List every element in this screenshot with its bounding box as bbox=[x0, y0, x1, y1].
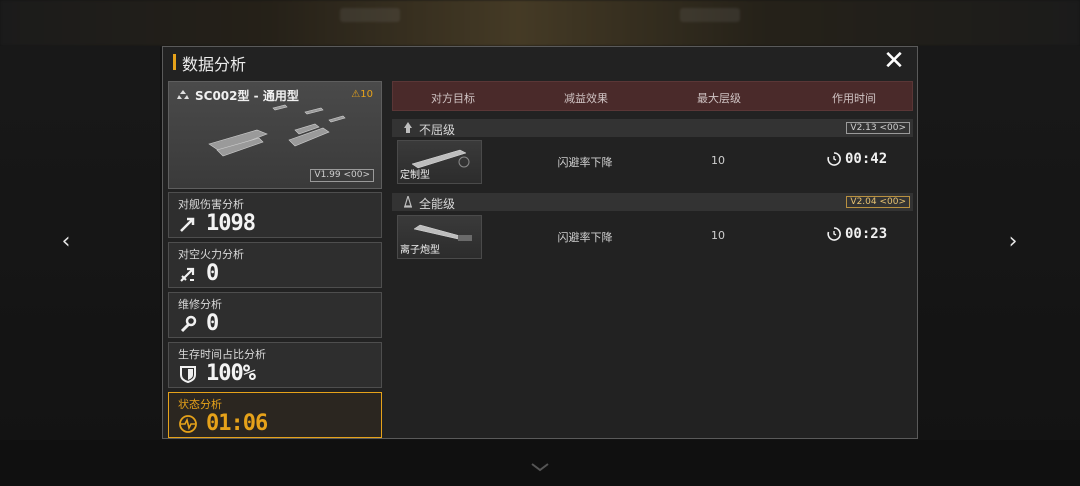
duration-value: 00:42 bbox=[845, 151, 888, 167]
stat-label: 对空火力分析 bbox=[178, 248, 244, 261]
column-header-target: 对方目标 bbox=[431, 92, 475, 105]
stat-label: 生存时间占比分析 bbox=[178, 348, 266, 361]
timer-icon bbox=[827, 227, 841, 241]
title-accent-bar bbox=[173, 54, 176, 70]
dialog-header: 数据分析 ✕ bbox=[163, 47, 917, 77]
stat-label: 维修分析 bbox=[178, 298, 222, 311]
stat-label: 对舰伤害分析 bbox=[178, 198, 244, 211]
group-version-tag: V2.04 <00> bbox=[846, 196, 910, 208]
duration-value: 00:23 bbox=[845, 226, 888, 242]
group-version-tag: V2.13 <00> bbox=[846, 122, 910, 134]
dialog-title: 数据分析 bbox=[182, 55, 247, 74]
stat-repair[interactable]: 维修分析 0 bbox=[168, 292, 382, 338]
group-name: 不屈级 bbox=[419, 123, 456, 137]
next-arrow-button[interactable]: › bbox=[1003, 228, 1023, 256]
column-header-effect: 减益效果 bbox=[564, 92, 608, 105]
stat-value: 01:06 bbox=[206, 411, 268, 436]
fleet-icon bbox=[177, 90, 189, 99]
group-header: 不屈级 V2.13 <00> bbox=[392, 119, 913, 137]
debuff-table-header: 对方目标 减益效果 最大层级 作用时间 bbox=[392, 81, 913, 111]
max-level: 10 bbox=[711, 229, 725, 242]
stat-value: 0 bbox=[206, 311, 219, 336]
stat-anti-ship[interactable]: 对舰伤害分析 1098 bbox=[168, 192, 382, 238]
chevron-down-icon[interactable] bbox=[530, 462, 550, 472]
debuff-effect: 闪避率下降 bbox=[557, 156, 613, 169]
stat-status[interactable]: 状态分析 01:06 bbox=[168, 392, 382, 438]
stat-anti-air[interactable]: 对空火力分析 0 bbox=[168, 242, 382, 288]
debuff-effect: 闪避率下降 bbox=[557, 231, 613, 244]
column-header-max-level: 最大层级 bbox=[697, 92, 741, 105]
target-thumbnail: 定制型 bbox=[397, 140, 482, 184]
stat-value: 1098 bbox=[206, 211, 256, 236]
data-analysis-dialog: 数据分析 ✕ SC002型 - 通用型 ⚠10 V1.99 <00> 对舰伤害分… bbox=[162, 46, 918, 439]
shield-icon bbox=[180, 366, 196, 384]
ship-version-tag: V1.99 <00> bbox=[310, 169, 374, 182]
timer-icon bbox=[827, 152, 841, 166]
group-header: 全能级 V2.04 <00> bbox=[392, 193, 913, 211]
target-name: 定制型 bbox=[400, 170, 430, 181]
group-name: 全能级 bbox=[419, 197, 456, 211]
column-header-duration: 作用时间 bbox=[832, 92, 876, 105]
anti-ship-icon bbox=[180, 217, 195, 232]
ship-level: ⚠10 bbox=[351, 89, 373, 100]
target-name: 离子炮型 bbox=[400, 245, 440, 256]
ship-card[interactable]: SC002型 - 通用型 ⚠10 V1.99 <00> bbox=[168, 81, 382, 189]
wrench-icon bbox=[180, 315, 197, 333]
ship-fleet-illustration bbox=[208, 104, 346, 157]
pulse-icon bbox=[179, 415, 197, 433]
previous-arrow-button[interactable]: ‹ bbox=[56, 228, 76, 256]
max-level: 10 bbox=[711, 154, 725, 167]
table-row[interactable]: 定制型 闪避率下降 10 00:42 bbox=[392, 139, 913, 187]
ship-class-icon bbox=[404, 122, 412, 133]
target-thumbnail: 离子炮型 bbox=[397, 215, 482, 259]
anti-air-icon bbox=[180, 267, 195, 282]
close-button[interactable]: ✕ bbox=[881, 48, 907, 74]
stat-value: 0 bbox=[206, 261, 219, 286]
table-row[interactable]: 离子炮型 闪避率下降 10 00:23 bbox=[392, 214, 913, 262]
stat-value: 100% bbox=[206, 361, 256, 386]
ship-class-icon bbox=[404, 196, 412, 208]
stat-label: 状态分析 bbox=[178, 398, 222, 411]
stat-survival-time[interactable]: 生存时间占比分析 100% bbox=[168, 342, 382, 388]
